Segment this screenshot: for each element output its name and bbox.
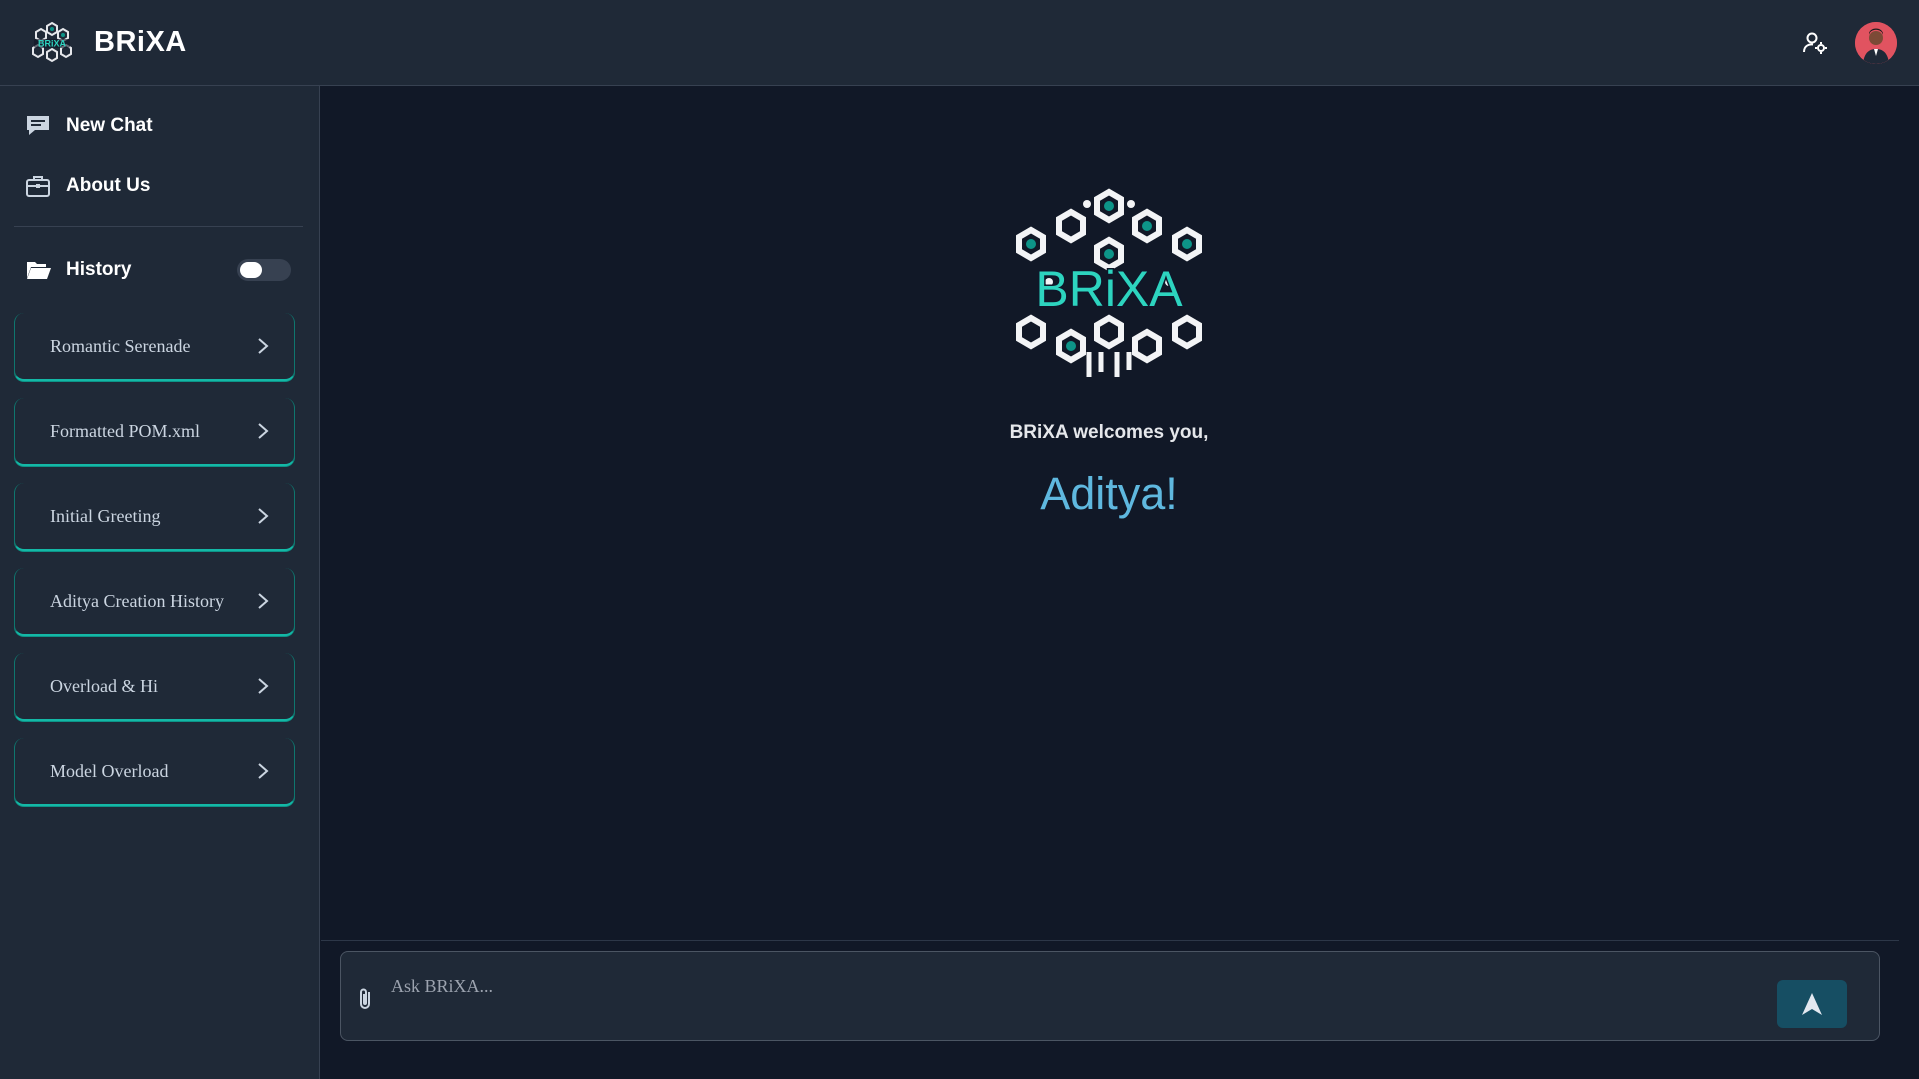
- history-label: History: [66, 259, 132, 280]
- new-chat-label: New Chat: [66, 115, 153, 136]
- chevron-right-icon: [258, 423, 269, 439]
- top-header: BRiXA BRiXA: [0, 0, 1919, 86]
- chat-icon: [24, 112, 52, 140]
- send-button[interactable]: [1777, 980, 1847, 1028]
- history-item-label: Aditya Creation History: [50, 590, 224, 611]
- svg-text:BRiXA: BRiXA: [38, 38, 67, 48]
- user-settings-button[interactable]: [1795, 23, 1835, 63]
- history-item[interactable]: Overload & Hi: [14, 653, 295, 721]
- welcome-text: BRiXA welcomes you,: [1009, 422, 1209, 443]
- header-actions: [1795, 0, 1897, 86]
- chevron-right-icon: [258, 678, 269, 694]
- history-item[interactable]: Aditya Creation History: [14, 568, 295, 636]
- chat-input[interactable]: [391, 972, 1691, 1000]
- brixa-logo-icon: BRiXA: [32, 21, 72, 62]
- about-us-label: About Us: [66, 175, 151, 196]
- toggle-knob: [240, 262, 262, 278]
- history-item[interactable]: Romantic Serenade: [14, 313, 295, 381]
- main-content: BRiXA BRiXA welcomes you, Aditya!: [321, 86, 1919, 1079]
- folder-open-icon: [27, 262, 51, 279]
- chevron-right-icon: [258, 338, 269, 354]
- history-item-label: Initial Greeting: [50, 505, 161, 526]
- history-item[interactable]: Model Overload: [14, 738, 295, 806]
- send-icon: [1802, 993, 1822, 1015]
- history-list: Romantic Serenade Formatted POM.xml Init…: [0, 313, 319, 806]
- user-settings-icon: [1803, 32, 1827, 54]
- history-item-label: Romantic Serenade: [50, 335, 191, 356]
- about-us-button[interactable]: About Us: [0, 156, 319, 216]
- chevron-right-icon: [258, 763, 269, 779]
- avatar-icon: [1855, 22, 1897, 64]
- hero-logo-text: BRiXA: [1035, 261, 1183, 317]
- new-chat-button[interactable]: New Chat: [0, 96, 319, 156]
- chevron-right-icon: [258, 593, 269, 609]
- scrollbar[interactable]: [1901, 86, 1919, 1079]
- chevron-right-icon: [258, 508, 269, 524]
- briefcase-icon: [24, 172, 52, 200]
- user-avatar[interactable]: [1855, 22, 1897, 64]
- history-toggle[interactable]: [237, 259, 291, 281]
- sidebar: New Chat About Us History Romantic Seren…: [0, 86, 320, 1079]
- app-title: BRiXA: [94, 26, 187, 58]
- history-item-label: Overload & Hi: [50, 675, 158, 696]
- chat-composer: [340, 951, 1880, 1041]
- paperclip-icon[interactable]: [355, 986, 377, 1012]
- composer-divider: [321, 940, 1899, 941]
- history-header: History: [0, 227, 319, 313]
- history-item-label: Model Overload: [50, 760, 169, 781]
- brixa-hero-logo: BRiXA: [1016, 188, 1202, 377]
- history-item[interactable]: Initial Greeting: [14, 483, 295, 551]
- welcome-hero: BRiXA BRiXA welcomes you, Aditya!: [321, 182, 1897, 520]
- user-name-heading: Aditya!: [1040, 468, 1178, 519]
- history-item-label: Formatted POM.xml: [50, 420, 201, 441]
- history-item[interactable]: Formatted POM.xml: [14, 398, 295, 466]
- brand[interactable]: BRiXA BRiXA: [28, 19, 187, 67]
